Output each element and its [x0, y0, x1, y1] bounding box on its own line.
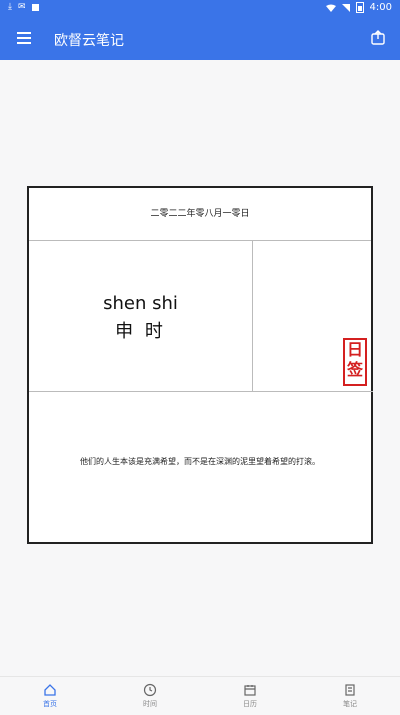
wifi-icon	[325, 4, 336, 12]
app-title: 欧督云笔记	[54, 33, 124, 49]
card-hour-cell: shen shi 申 时	[29, 241, 253, 392]
share-icon[interactable]	[370, 29, 386, 45]
nav-label-time: 时间	[143, 700, 157, 708]
app-bar: 欧督云笔记	[0, 18, 400, 60]
signal-icon	[341, 3, 350, 12]
nav-item-note[interactable]: 笔记	[320, 683, 380, 709]
daily-seal-stamp: 日 签	[343, 338, 367, 386]
status-time: 4:00	[369, 2, 392, 13]
battery-icon	[355, 2, 364, 13]
nav-label-calendar: 日历	[243, 700, 257, 708]
note-icon	[345, 684, 355, 696]
hour-hanzi: 申 时	[115, 321, 166, 342]
card-date: 二零二二年零八月一零日	[29, 188, 371, 241]
card-quote: 他们的人生本该是充满希望，而不是在深渊的泥里望着希望的打滚。	[80, 457, 320, 466]
menu-icon[interactable]	[17, 32, 31, 44]
hour-pinyin: shen shi	[103, 293, 178, 314]
notification-icon: ✉	[17, 2, 26, 12]
clock-icon	[143, 683, 157, 697]
download-icon: ⤓	[8, 2, 12, 12]
home-icon	[44, 684, 56, 696]
nav-item-calendar[interactable]: 日历	[220, 683, 280, 709]
daily-card: 二零二二年零八月一零日 shen shi 申 时 日 签 他们的人生本该是充满希…	[27, 186, 373, 544]
card-seal-cell: 日 签	[253, 241, 373, 392]
seal-char-2: 签	[346, 360, 363, 379]
nav-item-time[interactable]: 时间	[120, 683, 180, 709]
nav-label-home: 首页	[43, 700, 57, 708]
nav-label-note: 笔记	[343, 700, 357, 708]
status-bar: ⤓ ✉ 4:00	[0, 0, 400, 18]
calendar-icon	[244, 685, 256, 696]
nav-item-home[interactable]: 首页	[20, 683, 80, 709]
app-icon	[31, 3, 39, 11]
seal-char-1: 日	[346, 340, 363, 359]
bottom-nav: 首页 时间 日历 笔记	[0, 676, 400, 715]
